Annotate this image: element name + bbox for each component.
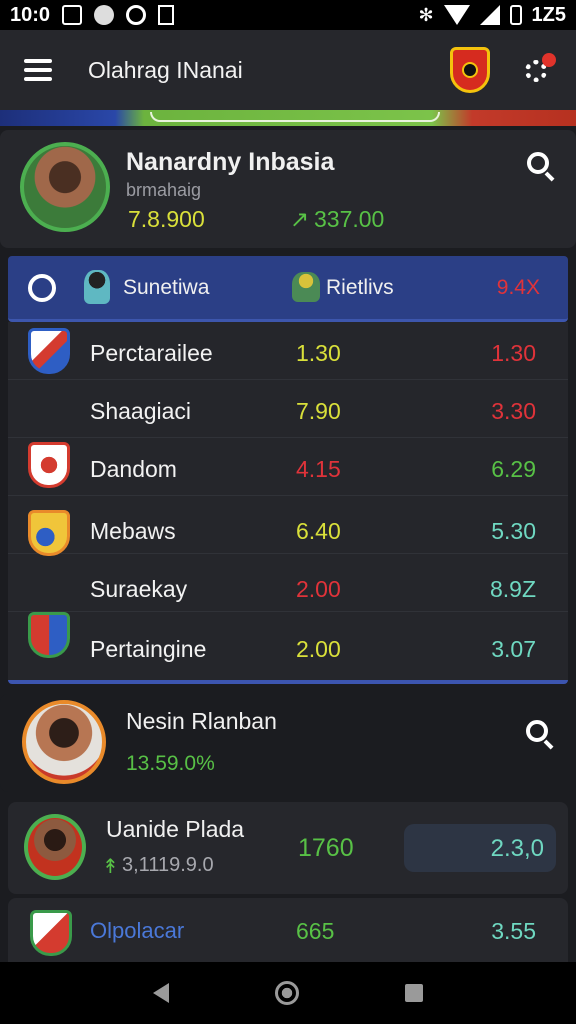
player-name: Nesin Rlanban bbox=[126, 708, 277, 734]
row-name: Pertaingine bbox=[90, 636, 207, 662]
battery-icon bbox=[509, 5, 522, 25]
player-icon bbox=[84, 270, 110, 304]
recent-apps-icon[interactable] bbox=[405, 984, 423, 1002]
player-sub: 3,1119.9.0 bbox=[122, 854, 214, 876]
club-value-1: 665 bbox=[296, 918, 335, 944]
col-header-2: Rietlivs bbox=[326, 276, 394, 299]
profile-name: Nanardny Inbasia bbox=[126, 148, 335, 176]
settings-icon[interactable] bbox=[522, 53, 556, 85]
chat-icon[interactable] bbox=[28, 274, 56, 302]
player-value: 13.59.0% bbox=[126, 752, 215, 775]
row-value-2: 6.29 bbox=[491, 456, 536, 482]
player-name: Uanide Plada bbox=[106, 816, 245, 842]
row-value-1: 6.40 bbox=[296, 518, 341, 544]
table-row[interactable]: Shaagiaci 7.90 3.30 bbox=[8, 380, 568, 438]
avatar bbox=[22, 700, 106, 784]
club-name: Olpolacar bbox=[90, 918, 185, 943]
table-row[interactable]: Mebaws 6.40 5.30 bbox=[8, 496, 568, 556]
club-crest-icon bbox=[28, 328, 70, 374]
notification-icon bbox=[62, 5, 83, 25]
search-icon[interactable] bbox=[526, 720, 554, 750]
row-value-2: 8.9Z bbox=[489, 576, 536, 602]
club-crest-icon[interactable] bbox=[450, 47, 490, 93]
profile-subtitle: brmahaig bbox=[126, 180, 202, 200]
row-value-1: 1.30 bbox=[296, 340, 341, 366]
odds-pill[interactable]: 2.3,0 bbox=[404, 824, 556, 872]
search-icon[interactable] bbox=[527, 152, 555, 182]
row-name: Shaagiaci bbox=[90, 398, 192, 424]
sync-icon bbox=[126, 5, 147, 25]
app-title: Olahrag INanai bbox=[88, 56, 243, 83]
col-header-1: Sunetiwa bbox=[123, 276, 210, 299]
row-name: Perctarailee bbox=[90, 340, 213, 366]
table-row[interactable]: Dandom 4.15 6.29 bbox=[8, 438, 568, 496]
player-card[interactable]: Uanide Plada ↟ 3,1119.9.0 1760 2.3,0 bbox=[8, 802, 568, 894]
table-row[interactable]: Suraekay 2.00 8.9Z bbox=[8, 554, 568, 612]
club-crest-icon bbox=[30, 910, 72, 956]
avatar bbox=[20, 142, 110, 232]
row-value-2: 3.07 bbox=[491, 636, 536, 662]
club-row[interactable]: Olpolacar 665 3.55 bbox=[8, 898, 568, 962]
system-nav-bar bbox=[0, 962, 576, 1024]
odds-pill-value: 2.3,0 bbox=[490, 835, 544, 862]
profile-card[interactable]: Nanardny Inbasia brmahaig 7.8.900 ↗ 337.… bbox=[0, 130, 576, 248]
status-time: 10:0 bbox=[10, 3, 51, 26]
battery-text: 1Z5 bbox=[531, 3, 566, 26]
player-stat: 1760 bbox=[298, 834, 354, 862]
col-header-3: 9.4X bbox=[496, 276, 540, 299]
menu-icon[interactable] bbox=[24, 59, 52, 81]
app-bar: Olahrag INanai bbox=[0, 30, 576, 110]
club-value-2: 3.55 bbox=[491, 918, 536, 944]
status-bar: 10:0 ✻ 1Z5 bbox=[0, 0, 576, 30]
row-value-2: 3.30 bbox=[491, 398, 536, 424]
app-notification-icon bbox=[158, 5, 175, 25]
odds-table: Perctarailee 1.30 1.30 Shaagiaci 7.90 3.… bbox=[8, 322, 568, 684]
player-sub-prefix: ↟ bbox=[102, 856, 119, 878]
vibrate-icon: ✻ bbox=[418, 4, 434, 25]
signal-icon bbox=[479, 5, 500, 25]
avatar bbox=[24, 814, 86, 880]
odds-table-header: Sunetiwa Rietlivs 9.4X bbox=[8, 256, 568, 322]
table-row[interactable]: Perctarailee 1.30 1.30 bbox=[8, 322, 568, 380]
table-row[interactable]: Pertaingine 2.00 3.07 bbox=[8, 612, 568, 680]
pitch-banner bbox=[0, 110, 576, 126]
club-crest-icon bbox=[28, 442, 70, 488]
row-value-1: 2.00 bbox=[296, 636, 341, 662]
row-name: Suraekay bbox=[90, 576, 188, 602]
record-icon bbox=[94, 5, 115, 25]
club-crest-icon bbox=[28, 510, 70, 556]
row-value-1: 7.90 bbox=[296, 398, 341, 424]
row-name: Mebaws bbox=[90, 518, 176, 544]
row-value-2: 5.30 bbox=[491, 518, 536, 544]
row-value-1: 4.15 bbox=[296, 456, 341, 482]
row-value-2: 1.30 bbox=[491, 340, 536, 366]
row-name: Dandom bbox=[90, 456, 177, 482]
team-icon bbox=[292, 272, 320, 302]
club-crest-icon bbox=[28, 612, 70, 658]
profile-stat-left: 7.8.900 bbox=[128, 206, 205, 232]
profile-stat-right: 337.00 bbox=[314, 206, 385, 232]
home-icon[interactable] bbox=[275, 981, 299, 1005]
notification-badge bbox=[542, 53, 556, 67]
player-card[interactable]: Nesin Rlanban 13.59.0% bbox=[0, 694, 576, 792]
profile-stat-right-prefix: ↗ bbox=[290, 206, 310, 232]
row-value-1: 2.00 bbox=[296, 576, 341, 602]
wifi-icon bbox=[443, 5, 470, 25]
back-icon[interactable] bbox=[153, 983, 169, 1003]
